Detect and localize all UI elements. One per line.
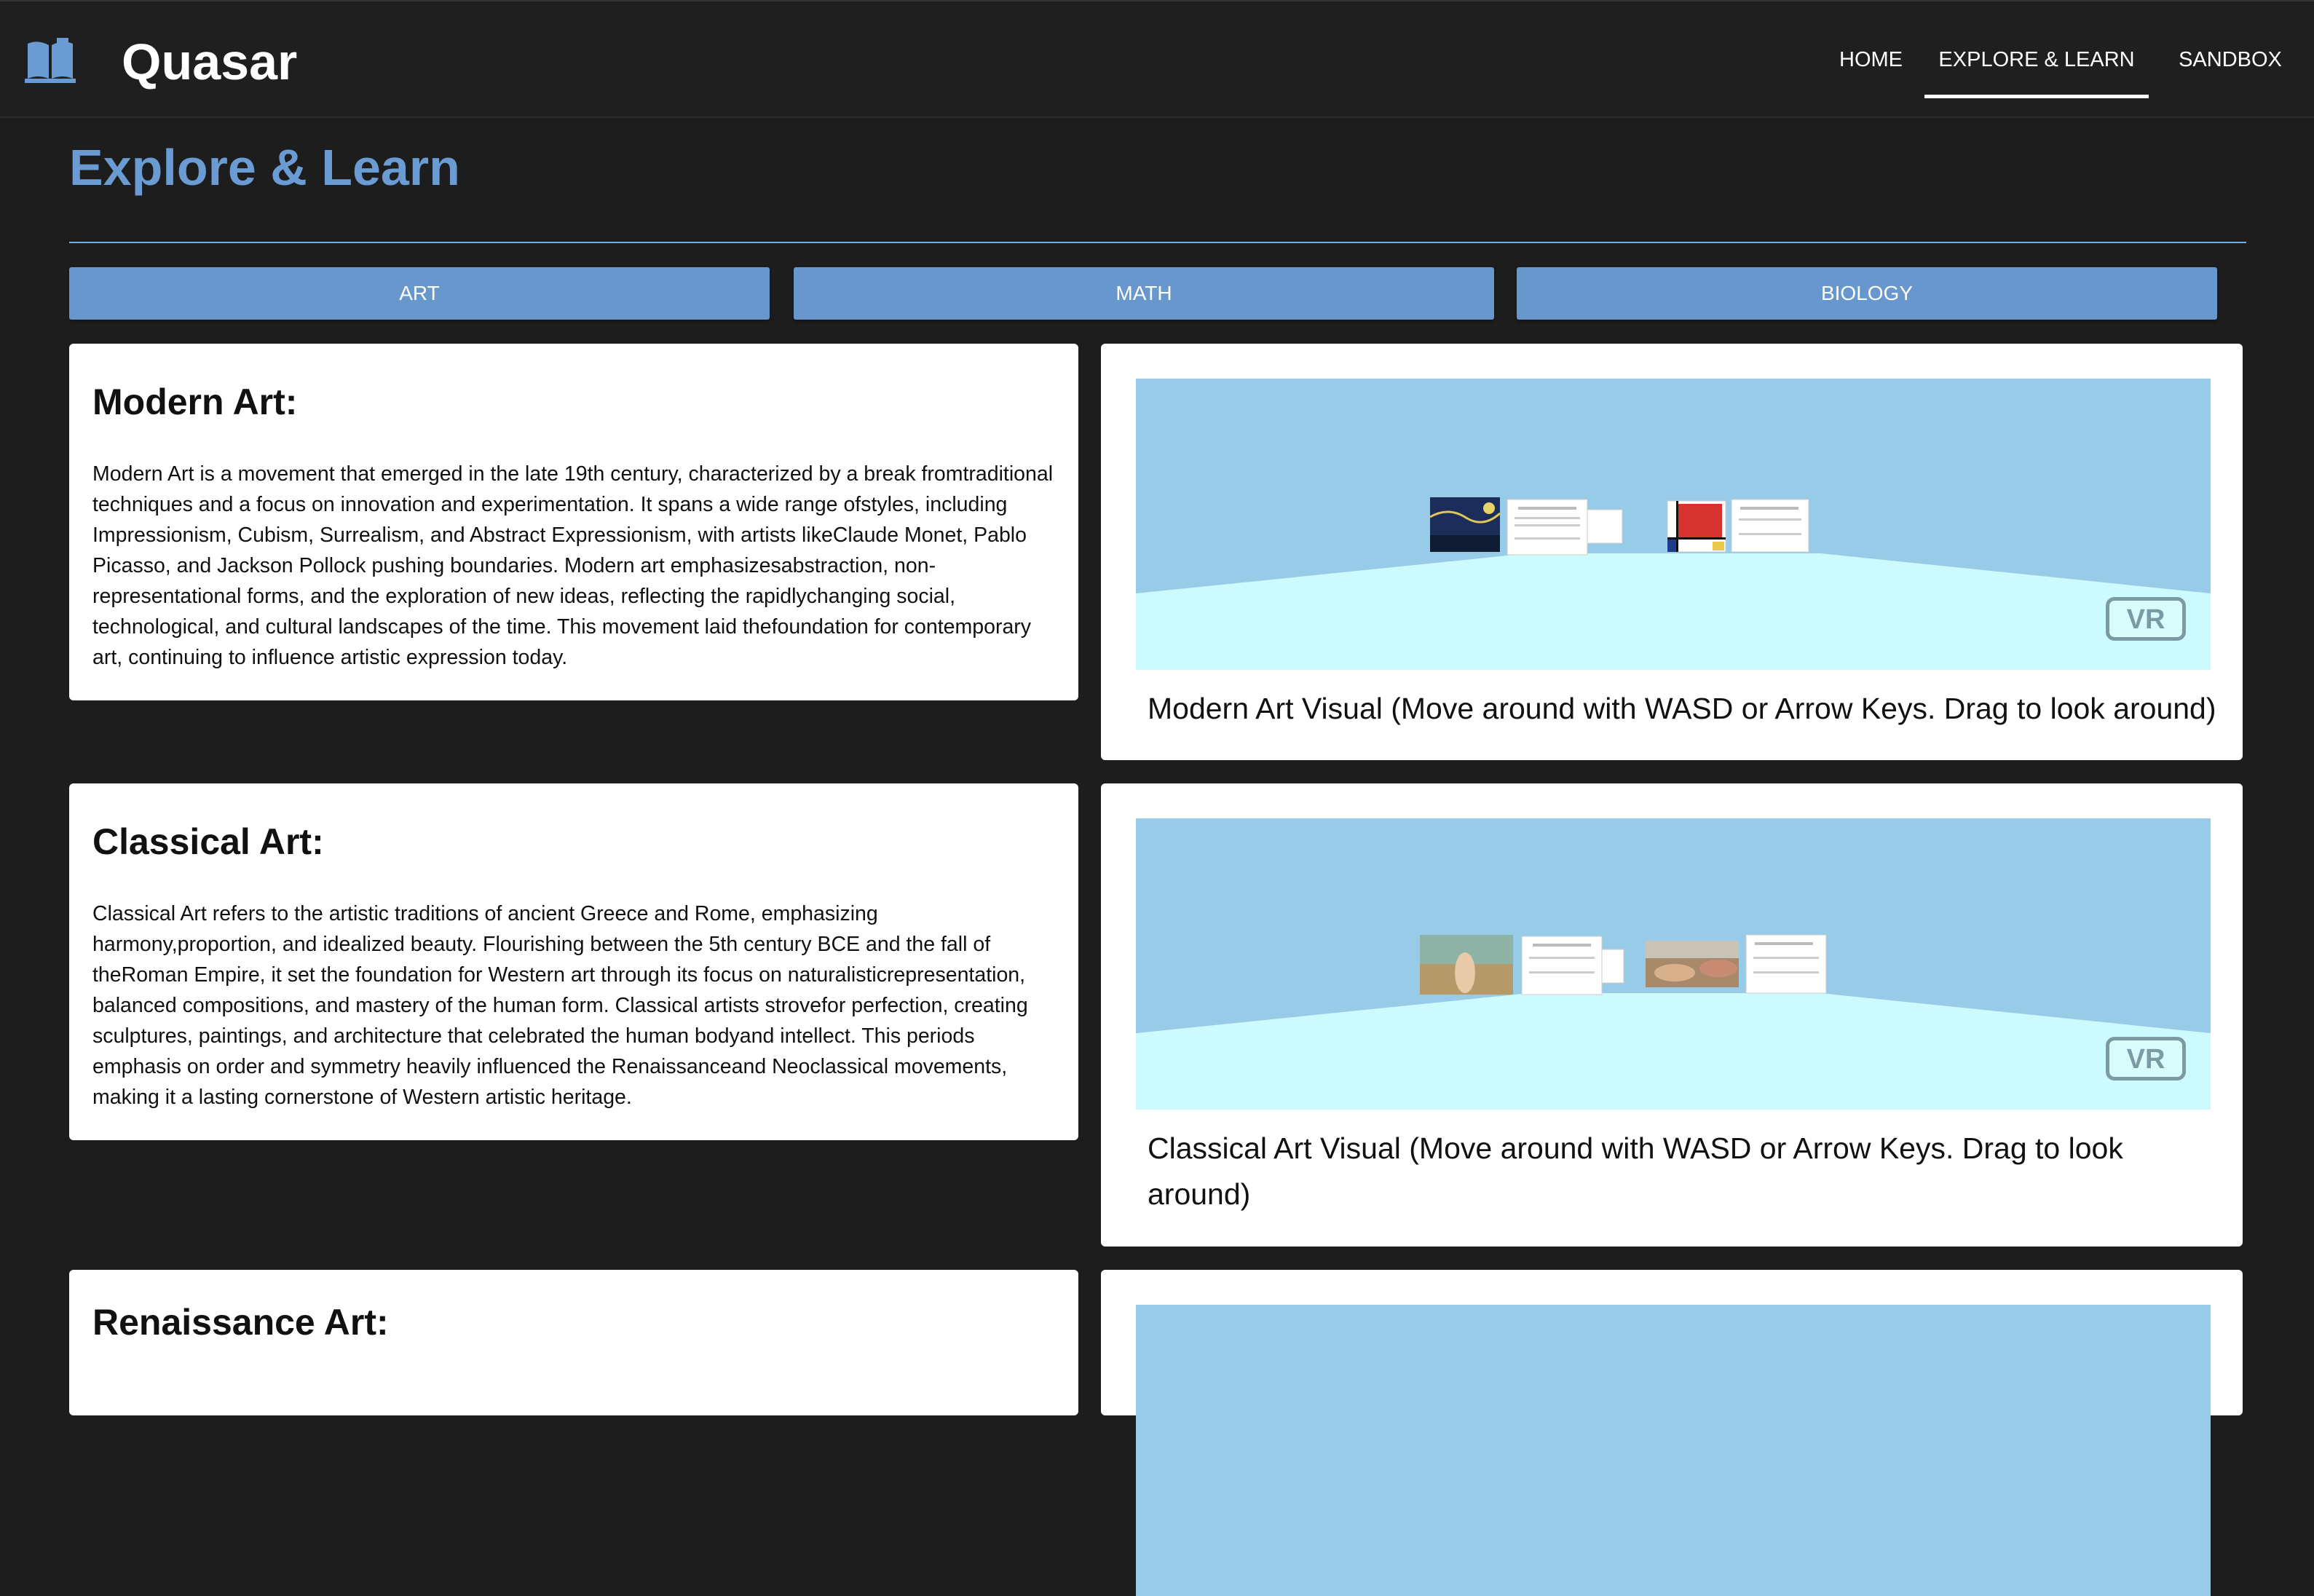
renaissance-art-text-card: Renaissance Art:	[69, 1270, 1078, 1415]
classical-art-3d-scene[interactable]: VR	[1136, 818, 2211, 1110]
nav-home[interactable]: HOME	[1822, 1, 1920, 95]
gallery-scene	[1136, 497, 2211, 670]
modern-art-text-card: Modern Art: Modern Art is a movement tha…	[69, 344, 1078, 700]
nav-sandbox[interactable]: SANDBOX	[2161, 1, 2299, 95]
title-divider	[69, 242, 2246, 243]
modern-art-3d-scene[interactable]: VR	[1136, 379, 2211, 670]
vr-button[interactable]: VR	[2106, 597, 2186, 641]
app-header: Quasar HOME EXPLORE & LEARN SANDBOX	[0, 0, 2314, 118]
gallery-floor	[1136, 553, 2211, 670]
tab-biology[interactable]: BIOLOGY	[1517, 267, 2217, 320]
vr-button[interactable]: VR	[2106, 1037, 2186, 1081]
visual-caption: Classical Art Visual (Move around with W…	[1148, 1131, 2123, 1211]
nav-explore-learn[interactable]: EXPLORE & LEARN	[1924, 1, 2149, 98]
renaissance-art-3d-scene[interactable]	[1136, 1305, 2211, 1596]
modern-art-visual-card: VR Modern Art Visual (Move around with W…	[1101, 344, 2243, 760]
renaissance-art-visual-card	[1101, 1270, 2243, 1596]
gallery-scene	[1136, 934, 2211, 1110]
tab-math[interactable]: MATH	[794, 267, 1494, 320]
classical-art-visual-card: VR Classical Art Visual (Move around wit…	[1101, 783, 2243, 1247]
open-book-icon[interactable]	[25, 38, 76, 83]
visual-caption: Modern Art Visual (Move around with WASD…	[1148, 692, 2216, 725]
section-description: Classical Art refers to the artistic tra…	[92, 902, 1028, 1109]
gallery-floor	[1136, 993, 2211, 1110]
section-description: Modern Art is a movement that emerged in…	[92, 462, 1054, 669]
app-title[interactable]: Quasar	[122, 29, 297, 95]
section-title: Classical Art:	[92, 821, 324, 862]
section-title: Renaissance Art:	[92, 1302, 389, 1343]
tab-art[interactable]: ART	[69, 267, 770, 320]
classical-art-text-card: Classical Art: Classical Art refers to t…	[69, 783, 1078, 1140]
page-title: Explore & Learn	[69, 139, 460, 196]
section-title: Modern Art:	[92, 382, 298, 422]
